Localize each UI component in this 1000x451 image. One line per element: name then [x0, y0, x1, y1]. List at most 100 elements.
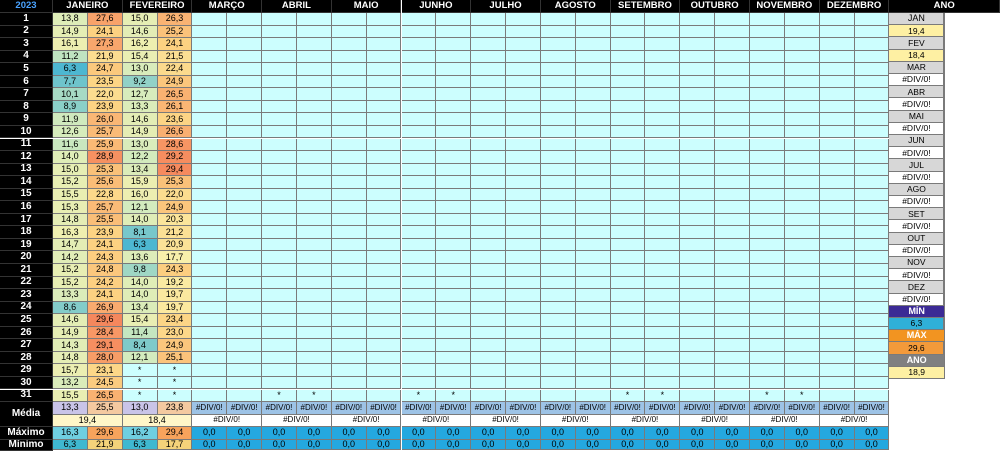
- month-max-cell[interactable]: [784, 188, 820, 202]
- month-min-cell[interactable]: [680, 264, 716, 277]
- month-max-cell[interactable]: [227, 314, 263, 327]
- month-min-cell[interactable]: [540, 151, 576, 164]
- month-max-cell[interactable]: [854, 201, 890, 214]
- month-max-cell[interactable]: [645, 289, 681, 302]
- jan-min-cell[interactable]: 13,2: [53, 376, 88, 390]
- month-min-cell[interactable]: [262, 314, 297, 327]
- month-min-cell[interactable]: [401, 138, 437, 152]
- month-max-cell[interactable]: [645, 138, 681, 152]
- jan-max-cell[interactable]: 23,5: [87, 75, 123, 89]
- jan-min-cell[interactable]: 16,3: [53, 226, 88, 239]
- month-min-cell[interactable]: [262, 276, 297, 290]
- month-max-cell[interactable]: [366, 176, 402, 189]
- month-min-cell[interactable]: [192, 289, 228, 302]
- month-min-cell[interactable]: [471, 163, 507, 177]
- month-min-cell[interactable]: [610, 251, 646, 264]
- month-min-cell[interactable]: [750, 289, 785, 302]
- jan-min-cell[interactable]: 14,2: [53, 251, 88, 264]
- month-min-cell[interactable]: [680, 188, 716, 202]
- month-min-cell[interactable]: [331, 88, 367, 101]
- month-min-cell[interactable]: [680, 138, 716, 152]
- month-max-cell[interactable]: [506, 276, 541, 290]
- month-min-cell[interactable]: [192, 100, 228, 114]
- month-max-cell[interactable]: [296, 25, 332, 39]
- month-max-cell[interactable]: [854, 301, 890, 315]
- month-min-cell[interactable]: [262, 38, 297, 51]
- feb-max-cell[interactable]: 26,6: [157, 125, 193, 139]
- month-min-cell[interactable]: [680, 113, 716, 126]
- month-min-cell[interactable]: [819, 138, 855, 152]
- jan-min-cell[interactable]: 8,6: [53, 301, 88, 315]
- feb-max-cell[interactable]: 26,1: [157, 100, 193, 114]
- month-max-cell[interactable]: [436, 163, 472, 177]
- month-min-cell[interactable]: [471, 213, 507, 227]
- jan-min-cell[interactable]: 15,3: [53, 201, 88, 214]
- jan-max-cell[interactable]: 25,3: [87, 163, 123, 177]
- month-min-cell[interactable]: [401, 163, 437, 177]
- month-max-cell[interactable]: [506, 389, 541, 403]
- jan-max-cell[interactable]: 23,9: [87, 226, 123, 239]
- month-min-cell[interactable]: *: [262, 389, 297, 403]
- month-min-cell[interactable]: [401, 364, 437, 377]
- month-min-cell[interactable]: [680, 289, 716, 302]
- month-min-cell[interactable]: [610, 50, 646, 64]
- month-max-cell[interactable]: [784, 138, 820, 152]
- month-min-cell[interactable]: [401, 376, 437, 390]
- month-min-cell[interactable]: [401, 351, 437, 365]
- month-min-cell[interactable]: [610, 63, 646, 76]
- month-max-cell[interactable]: [784, 326, 820, 340]
- month-min-cell[interactable]: [819, 13, 855, 26]
- month-max-cell[interactable]: [784, 63, 820, 76]
- month-min-cell[interactable]: [819, 113, 855, 126]
- month-min-cell[interactable]: [610, 13, 646, 26]
- month-max-cell[interactable]: [575, 351, 611, 365]
- month-min-cell[interactable]: [262, 13, 297, 26]
- month-max-cell[interactable]: [575, 314, 611, 327]
- month-max-cell[interactable]: [784, 264, 820, 277]
- month-max-cell[interactable]: [645, 13, 681, 26]
- month-max-cell[interactable]: [715, 176, 750, 189]
- month-min-cell[interactable]: [471, 188, 507, 202]
- feb-max-cell[interactable]: 26,5: [157, 88, 193, 101]
- month-min-cell[interactable]: [750, 188, 785, 202]
- feb-max-cell[interactable]: 23,6: [157, 113, 193, 126]
- month-min-cell[interactable]: [610, 163, 646, 177]
- month-max-cell[interactable]: [854, 326, 890, 340]
- month-min-cell[interactable]: [471, 50, 507, 64]
- month-max-cell[interactable]: [436, 88, 472, 101]
- month-min-cell[interactable]: [401, 151, 437, 164]
- feb-max-cell[interactable]: 25,3: [157, 176, 193, 189]
- month-min-cell[interactable]: [819, 351, 855, 365]
- feb-min-cell[interactable]: 15,4: [122, 314, 158, 327]
- month-max-cell[interactable]: [575, 151, 611, 164]
- month-min-cell[interactable]: [262, 351, 297, 365]
- jan-min-cell[interactable]: 13,8: [53, 13, 88, 26]
- month-min-cell[interactable]: [750, 251, 785, 264]
- feb-min-cell[interactable]: 15,0: [122, 13, 158, 26]
- jan-max-cell[interactable]: 21,9: [87, 50, 123, 64]
- month-min-cell[interactable]: [540, 376, 576, 390]
- month-max-cell[interactable]: [575, 125, 611, 139]
- month-min-cell[interactable]: [192, 50, 228, 64]
- month-min-cell[interactable]: [192, 389, 228, 403]
- month-max-cell[interactable]: [784, 25, 820, 39]
- feb-min-cell[interactable]: *: [122, 376, 158, 390]
- month-max-cell[interactable]: [436, 238, 472, 252]
- month-max-cell[interactable]: [506, 50, 541, 64]
- feb-max-cell[interactable]: *: [157, 376, 193, 390]
- month-min-cell[interactable]: [262, 264, 297, 277]
- month-min-cell[interactable]: [750, 201, 785, 214]
- month-max-cell[interactable]: [366, 364, 402, 377]
- month-max-cell[interactable]: [296, 213, 332, 227]
- month-min-cell[interactable]: [401, 276, 437, 290]
- month-max-cell[interactable]: [854, 314, 890, 327]
- feb-min-cell[interactable]: 9,2: [122, 75, 158, 89]
- month-max-cell[interactable]: [366, 376, 402, 390]
- month-max-cell[interactable]: [506, 151, 541, 164]
- month-min-cell[interactable]: [610, 138, 646, 152]
- month-max-cell[interactable]: [645, 376, 681, 390]
- month-min-cell[interactable]: [680, 50, 716, 64]
- jan-min-cell[interactable]: 7,7: [53, 75, 88, 89]
- month-min-cell[interactable]: [610, 376, 646, 390]
- month-max-cell[interactable]: [645, 25, 681, 39]
